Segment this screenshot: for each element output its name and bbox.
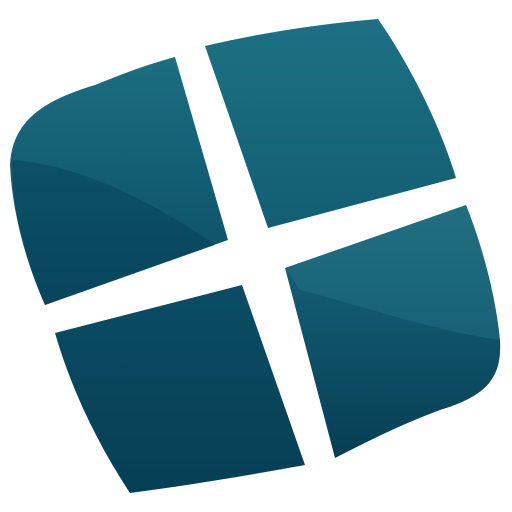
pane-bottom-left [55, 285, 305, 493]
app-icon-canvas [0, 0, 512, 512]
four-pane-window-icon [10, 19, 501, 493]
pane-top-right [205, 19, 456, 228]
